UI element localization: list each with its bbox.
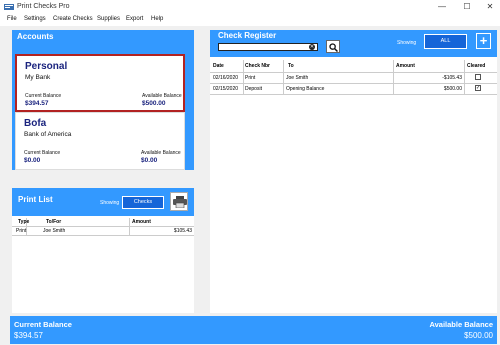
showing-label: Showing: [397, 40, 417, 46]
cell-check-nbr: Deposit: [245, 86, 262, 92]
print-list-header: Print List Showing Checks: [12, 188, 194, 216]
register-title: Check Register: [218, 31, 277, 40]
register-table-area: Date Check Nbr To Amount Cleared 02/16/2…: [210, 60, 497, 313]
column-header-amount[interactable]: Amount: [132, 219, 151, 225]
current-balance-value: $0.00: [24, 157, 41, 164]
menu-create-checks[interactable]: Create Checks: [53, 16, 93, 22]
menu-file[interactable]: File: [7, 16, 17, 22]
print-list-title: Print List: [18, 195, 53, 204]
cell-date: 02/16/2020: [213, 75, 239, 81]
minimize-button[interactable]: —: [436, 2, 448, 11]
print-filter-button[interactable]: Checks: [122, 196, 164, 209]
check-register-panel: Check Register ✕ Showing ALL + Date Chec…: [210, 30, 497, 313]
register-filter-button[interactable]: ALL: [424, 34, 467, 49]
account-bank: Bank of America: [24, 131, 72, 138]
menu-export[interactable]: Export: [126, 16, 143, 22]
available-balance-value: $0.00: [141, 157, 158, 164]
cleared-checkbox[interactable]: [475, 74, 481, 80]
column-header-amount[interactable]: Amount: [396, 63, 415, 69]
column-header-to-for[interactable]: To/For: [46, 219, 61, 225]
maximize-button[interactable]: ☐: [461, 2, 473, 11]
current-balance-label: Current Balance: [24, 150, 61, 156]
available-balance-label: Available Balance: [142, 93, 182, 99]
cell-type: Print: [16, 228, 27, 234]
account-name: Personal: [25, 61, 68, 72]
add-transaction-button[interactable]: +: [476, 33, 491, 49]
search-icon: [329, 43, 338, 52]
available-balance-value: $500.00: [142, 100, 166, 107]
register-header: Check Register ✕ Showing ALL +: [210, 30, 497, 57]
footer-available-value: $500.00: [464, 331, 493, 340]
footer-available-label: Available Balance: [429, 320, 493, 329]
showing-label: Showing: [100, 200, 120, 206]
cleared-checkbox[interactable]: ✓: [475, 85, 481, 91]
title-bar: Print Checks Pro — ☐ ✕: [0, 0, 500, 15]
printer-icon: [173, 196, 187, 208]
column-header-cleared[interactable]: Cleared: [467, 63, 485, 69]
menu-help[interactable]: Help: [151, 16, 163, 22]
cell-amount: -$105.43: [442, 75, 462, 81]
cell-amount: $105.43: [173, 228, 192, 234]
cell-to-for: Joe Smith: [43, 228, 66, 234]
cell-to: Opening Balance: [286, 86, 325, 92]
cell-to: Joe Smith: [286, 75, 309, 81]
close-button[interactable]: ✕: [484, 2, 496, 11]
available-balance-label: Available Balance: [141, 150, 181, 156]
balance-footer: Current Balance $394.57 Available Balanc…: [10, 316, 497, 344]
column-header-check-nbr[interactable]: Check Nbr: [245, 63, 270, 69]
footer-current-value: $394.57: [14, 331, 43, 340]
accounts-title: Accounts: [17, 32, 54, 41]
print-list-panel: Print List Showing Checks Type To/For Am…: [12, 188, 194, 313]
column-header-to[interactable]: To: [288, 63, 294, 69]
account-name: Bofa: [24, 118, 47, 129]
cell-amount: $500.00: [443, 86, 462, 92]
current-balance-label: Current Balance: [25, 93, 62, 99]
menu-supplies[interactable]: Supplies: [97, 16, 120, 22]
current-balance-value: $394.57: [25, 100, 49, 107]
register-search-input[interactable]: [218, 43, 318, 51]
column-header-type[interactable]: Type: [18, 219, 29, 225]
accounts-panel: Accounts Personal My Bank Current Balanc…: [12, 30, 194, 170]
clear-icon[interactable]: ✕: [309, 44, 315, 50]
print-button[interactable]: [170, 192, 188, 211]
account-card-personal[interactable]: Personal My Bank Current Balance $394.57…: [15, 54, 185, 112]
print-list-table-area: Type To/For Amount Print Joe Smith $105.…: [12, 218, 194, 313]
window-title: Print Checks Pro: [17, 3, 70, 10]
account-card-bofa[interactable]: Bofa Bank of America Current Balance $0.…: [15, 112, 185, 170]
account-bank: My Bank: [25, 74, 51, 81]
search-button[interactable]: [326, 40, 340, 53]
column-header-date[interactable]: Date: [213, 63, 224, 69]
cell-check-nbr: Print: [245, 75, 256, 81]
cell-date: 02/15/2020: [213, 86, 239, 92]
menu-bar: File Settings Create Checks Supplies Exp…: [0, 15, 500, 26]
footer-current-label: Current Balance: [14, 320, 72, 329]
menu-settings[interactable]: Settings: [24, 16, 46, 22]
app-logo-icon: [4, 4, 14, 10]
